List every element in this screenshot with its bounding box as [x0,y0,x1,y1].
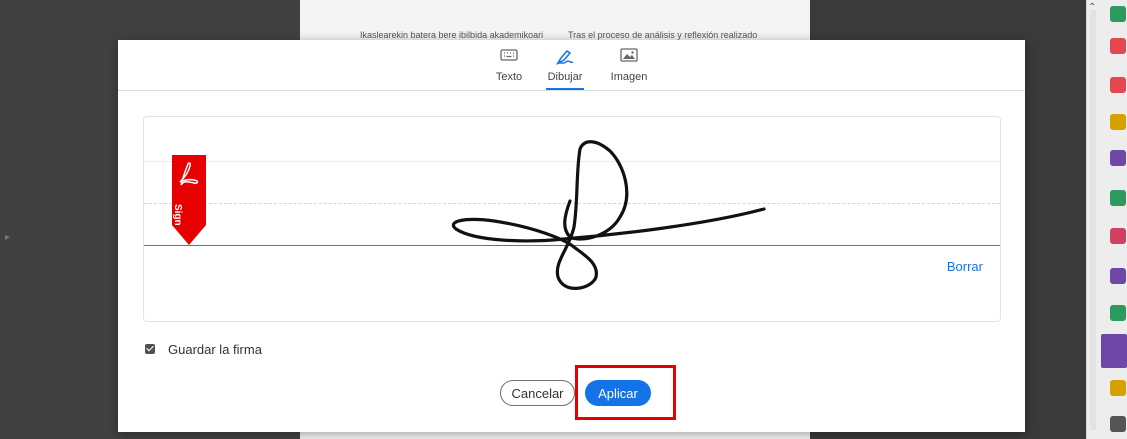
save-signature-checkbox[interactable] [145,344,155,354]
cancel-button[interactable]: Cancelar [500,380,575,406]
panel-toggle-icon[interactable]: ▸ [5,232,10,243]
document-text-left: Ikaslearekin batera bere ibilbida akadem… [360,30,544,40]
signature-dialog: Texto Dibujar Imagen Sign Borrar Guardar… [118,40,1025,432]
more-tools-icon[interactable] [1110,416,1126,432]
scan-icon[interactable] [1110,380,1126,396]
scroll-up-icon[interactable]: ⌃ [1088,2,1096,13]
optimize-pdf-icon[interactable] [1110,305,1126,321]
comment-icon[interactable] [1110,114,1126,130]
pen-draw-icon [546,48,584,68]
save-signature-label: Guardar la firma [168,341,262,357]
create-pdf-icon[interactable] [1110,38,1126,54]
protect-icon[interactable] [1110,268,1126,284]
apply-button[interactable]: Aplicar [585,380,651,406]
signature-drawing-area[interactable]: Sign Borrar [143,116,1001,322]
save-signature-row: Guardar la firma [145,340,262,358]
request-signature-icon[interactable] [1101,334,1127,368]
signature-mode-tabs: Texto Dibujar Imagen [118,40,1025,91]
vertical-scrollbar[interactable] [1090,10,1096,430]
tab-texto[interactable]: Texto [492,48,526,90]
clear-signature-link[interactable]: Borrar [947,259,983,274]
tab-dibujar[interactable]: Dibujar [546,48,584,90]
fill-sign-icon[interactable] [1110,228,1126,244]
combine-files-icon[interactable] [1110,190,1126,206]
tab-label: Dibujar [547,71,583,83]
tab-label: Texto [495,71,523,83]
edit-pdf-icon[interactable] [1110,150,1126,166]
organize-pages-icon[interactable] [1110,77,1126,93]
keyboard-icon [492,48,526,68]
tab-label: Imagen [610,71,648,83]
export-pdf-icon[interactable] [1110,6,1126,22]
tab-imagen[interactable]: Imagen [609,48,649,90]
document-text-right: Tras el proceso de análisis y reflexión … [568,30,758,40]
signature-stroke [452,140,766,290]
image-icon [609,48,649,68]
